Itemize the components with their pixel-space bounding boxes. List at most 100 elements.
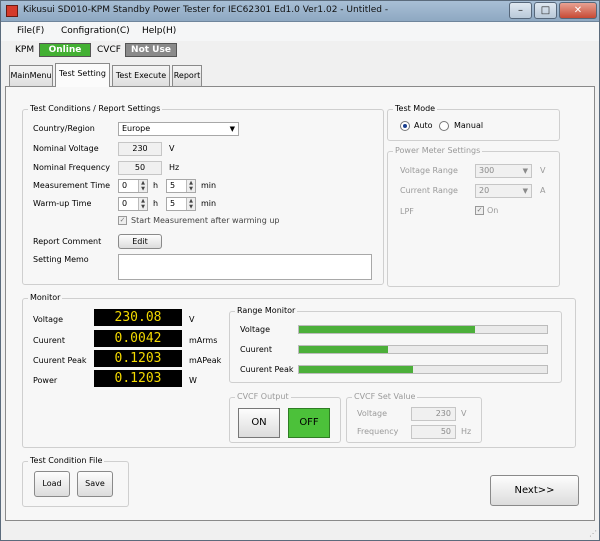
app-window: Kikusui SD010-KPM Standby Power Tester f…: [0, 0, 600, 541]
warmup-hours-unit: h: [153, 199, 159, 208]
nominal-frequency-unit: Hz: [169, 163, 180, 172]
monitor-power-display: 0.1203: [94, 370, 182, 387]
current-range-unit: A: [540, 186, 546, 195]
lpf-value: On: [487, 206, 499, 215]
warmup-hours-stepper[interactable]: 0 ▲ ▼: [118, 197, 148, 211]
measurement-hours-stepper[interactable]: 0 ▲ ▼: [118, 179, 148, 193]
monitor-current-unit: mArms: [189, 336, 218, 345]
power-meter-group: Power Meter Settings Voltage Range 300 ▼…: [387, 146, 560, 287]
monitor-current-peak-display: 0.1203: [94, 350, 182, 367]
tab-mainmenu[interactable]: MainMenu: [9, 65, 53, 86]
cvcf-voltage-unit: V: [461, 409, 467, 418]
chevron-down-icon: ▼: [522, 187, 528, 195]
test-conditions-title: Test Conditions / Report Settings: [28, 104, 163, 113]
monitor-voltage-label: Voltage: [33, 315, 64, 324]
lpf-checkbox[interactable]: ✓: [475, 206, 484, 215]
chevron-down-icon: ▼: [229, 125, 235, 133]
tab-test-execute[interactable]: Test Execute: [112, 65, 170, 86]
menu-file[interactable]: File(F): [17, 26, 44, 36]
cvcf-status-badge: Not Use: [125, 43, 177, 57]
measurement-hours-value: 0: [122, 181, 128, 190]
setting-memo-label: Setting Memo: [33, 255, 89, 264]
range-current-peak-label: Cuurent Peak: [240, 365, 294, 374]
current-range-dropdown[interactable]: 20 ▼: [475, 184, 532, 198]
range-monitor-title: Range Monitor: [235, 306, 298, 315]
test-mode-title: Test Mode: [393, 104, 438, 113]
maximize-button[interactable]: □: [534, 2, 557, 19]
monitor-group: Monitor Voltage 230.08 V Cuurent 0.0042 …: [22, 293, 576, 448]
measurement-minutes-value: 5: [170, 181, 176, 190]
range-voltage-label: Voltage: [240, 325, 271, 334]
power-meter-title: Power Meter Settings: [393, 146, 483, 155]
cvcf-off-button[interactable]: OFF: [288, 408, 330, 438]
spin-arrows-icon[interactable]: ▲ ▼: [138, 180, 147, 192]
cvcf-frequency-unit: Hz: [461, 427, 472, 436]
country-label: Country/Region: [33, 124, 95, 133]
menu-bar: File(F) Configration(C) Help(H): [1, 22, 599, 41]
resize-grip-icon[interactable]: ⋰: [589, 529, 597, 538]
spin-arrows-icon[interactable]: ▲ ▼: [186, 198, 195, 210]
start-after-warmup-label: Start Measurement after warming up: [131, 216, 280, 225]
menu-help[interactable]: Help(H): [142, 26, 176, 36]
cvcf-voltage-label: Voltage: [357, 409, 388, 418]
save-button[interactable]: Save: [77, 471, 113, 497]
load-button[interactable]: Load: [34, 471, 70, 497]
nominal-frequency-field: 50: [118, 161, 162, 175]
cvcf-frequency-field: 50: [411, 425, 456, 439]
radio-auto-label: Auto: [414, 121, 433, 130]
chevron-down-icon: ▼: [522, 167, 528, 175]
test-setting-panel: Test Conditions / Report Settings Countr…: [5, 86, 595, 521]
test-mode-group: Test Mode Auto Manual: [387, 104, 560, 141]
monitor-current-label: Cuurent: [33, 336, 65, 345]
nominal-voltage-field: 230: [118, 142, 162, 156]
kpm-status-badge: Online: [39, 43, 91, 57]
warmup-hours-value: 0: [122, 199, 128, 208]
measurement-minutes-unit: min: [201, 181, 217, 190]
title-bar[interactable]: Kikusui SD010-KPM Standby Power Tester f…: [1, 1, 599, 22]
range-monitor-group: Range Monitor Voltage Cuurent Cuurent Pe…: [229, 306, 562, 383]
range-current-peak-bar: [298, 365, 548, 374]
monitor-title: Monitor: [28, 293, 63, 302]
monitor-current-display: 0.0042: [94, 330, 182, 347]
voltage-range-dropdown[interactable]: 300 ▼: [475, 164, 532, 178]
cvcf-label: CVCF: [97, 45, 121, 55]
connection-status-bar: KPM Online CVCF Not Use: [1, 41, 599, 61]
start-after-warmup-checkbox[interactable]: ✓: [118, 216, 127, 225]
minimize-button[interactable]: –: [509, 2, 532, 19]
lpf-label: LPF: [400, 207, 414, 216]
range-current-peak-fill: [299, 366, 414, 373]
cvcf-on-button[interactable]: ON: [238, 408, 280, 438]
measurement-minutes-stepper[interactable]: 5 ▲ ▼: [166, 179, 196, 193]
tab-test-setting[interactable]: Test Setting: [55, 63, 110, 87]
spin-arrows-icon[interactable]: ▲ ▼: [186, 180, 195, 192]
spin-arrows-icon[interactable]: ▲ ▼: [138, 198, 147, 210]
monitor-current-peak-unit: mAPeak: [189, 356, 222, 365]
radio-manual[interactable]: [439, 121, 449, 131]
window-title: Kikusui SD010-KPM Standby Power Tester f…: [23, 5, 389, 15]
range-current-fill: [299, 346, 389, 353]
nominal-frequency-label: Nominal Frequency: [33, 163, 110, 172]
monitor-power-label: Power: [33, 376, 58, 385]
warmup-minutes-stepper[interactable]: 5 ▲ ▼: [166, 197, 196, 211]
next-button[interactable]: Next>>: [490, 475, 579, 506]
country-value: Europe: [122, 124, 151, 133]
monitor-current-peak-label: Cuurent Peak: [33, 356, 87, 365]
cvcf-output-title: CVCF Output: [235, 392, 291, 401]
measurement-time-label: Measurement Time: [33, 181, 111, 190]
range-current-bar: [298, 345, 548, 354]
close-button[interactable]: ✕: [559, 2, 597, 19]
radio-auto[interactable]: [400, 121, 410, 131]
cvcf-set-value-group: CVCF Set Value Voltage 230 V Frequency 5…: [346, 392, 482, 443]
setting-memo-input[interactable]: [118, 254, 372, 280]
voltage-range-label: Voltage Range: [400, 166, 458, 175]
country-dropdown[interactable]: Europe ▼: [118, 122, 239, 136]
app-icon: [6, 5, 18, 17]
test-condition-file-group: Test Condition File Load Save: [22, 456, 129, 507]
report-comment-label: Report Comment: [33, 237, 102, 246]
cvcf-set-value-title: CVCF Set Value: [352, 392, 418, 401]
warmup-minutes-unit: min: [201, 199, 217, 208]
menu-configuration[interactable]: Configration(C): [61, 26, 130, 36]
edit-comment-button[interactable]: Edit: [118, 234, 162, 249]
tab-report[interactable]: Report: [172, 65, 202, 86]
monitor-voltage-unit: V: [189, 315, 195, 324]
